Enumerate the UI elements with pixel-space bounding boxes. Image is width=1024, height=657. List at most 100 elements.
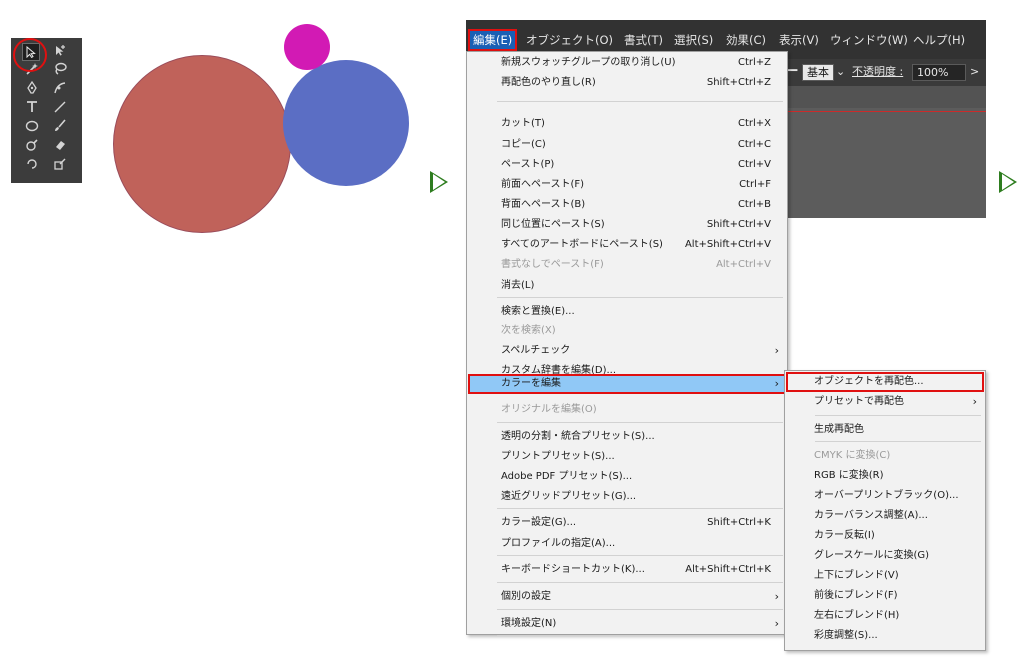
submenu-arrow-icon: › (774, 617, 779, 630)
opacity-more-button[interactable]: > (970, 64, 979, 80)
submenu-item[interactable]: カラーバランス調整(A)... (787, 507, 983, 525)
menu-item-label: 生成再配色 (814, 424, 864, 435)
menu-item-shortcut: Ctrl+C (737, 139, 771, 150)
menu-item-shortcut: Ctrl+F (739, 179, 771, 190)
edit-menu-item[interactable]: 消去(L) (469, 277, 785, 295)
edit-menu-item[interactable]: 前面へペースト(F) Ctrl+F (469, 176, 785, 194)
menu-item-shortcut: Ctrl+V (737, 159, 771, 170)
submenu-item[interactable]: オーバープリントブラック(O)... (787, 487, 983, 505)
edit-menu-item[interactable]: コピー(C) Ctrl+C (469, 136, 785, 154)
menu-edit[interactable]: 編集(E) (467, 29, 518, 51)
submenu-item[interactable]: プリセットで再配色 › (787, 393, 983, 411)
menu-item-shortcut: Ctrl+Z (737, 57, 771, 68)
edit-menu-item[interactable]: 遠近グリッドプリセット(G)... (469, 488, 785, 506)
submenu-item[interactable]: 上下にブレンド(V) (787, 567, 983, 585)
opacity-input[interactable]: 100% (912, 64, 966, 81)
eraser-tool-icon[interactable] (52, 137, 68, 153)
menu-item-label: コピー(C) (501, 139, 546, 150)
edit-menu-item[interactable]: 透明の分割・統合プリセット(S)... (469, 428, 785, 446)
edit-menu-item[interactable]: すべてのアートボードにペースト(S) Alt+Shift+Ctrl+V (469, 236, 785, 254)
line-segment-tool-icon[interactable] (52, 99, 68, 115)
menu-item-color-edit[interactable]: カラーを編集 › (468, 374, 786, 394)
stroke-style-select[interactable]: 基本 (802, 64, 834, 81)
menu-item-shortcut: Shift+Ctrl+K (707, 517, 771, 528)
edit-menu-item: オリジナルを編集(O) (469, 401, 785, 419)
edit-menu-item: 書式なしでペースト(F) Alt+Ctrl+V (469, 256, 785, 274)
menu-item-label: ペースト(P) (501, 159, 555, 170)
curvature-tool-icon[interactable] (52, 80, 68, 96)
menu-item-shortcut: Alt+Ctrl+V (716, 259, 771, 270)
lasso-tool-icon[interactable] (52, 61, 68, 77)
type-tool-icon[interactable] (24, 99, 40, 115)
submenu-item[interactable]: 前後にブレンド(F) (787, 587, 983, 605)
menu-item-shortcut: Ctrl+X (737, 118, 771, 129)
edit-menu-item[interactable]: 再配色のやり直し(R) Shift+Ctrl+Z (469, 74, 785, 92)
edit-menu-item[interactable]: 同じ位置にペースト(S) Shift+Ctrl+V (469, 216, 785, 234)
submenu-item[interactable]: RGB に変換(R) (787, 467, 983, 485)
direct-selection-tool-icon[interactable] (52, 43, 68, 59)
edit-menu-item[interactable]: 検索と置換(E)... (469, 303, 785, 321)
selection-tool-annotation (13, 38, 47, 72)
menu-item-label: 消去(L) (501, 280, 535, 291)
menu-item-label: 透明の分割・統合プリセット(S)... (501, 431, 655, 442)
menu-window[interactable]: ウィンドウ(W) (830, 31, 908, 49)
submenu-item[interactable]: カラー反転(I) (787, 527, 983, 545)
menu-object[interactable]: オブジェクト(O) (526, 31, 613, 49)
stroke-dropdown-icon[interactable]: ⌄ (836, 64, 845, 80)
magenta-circle[interactable] (284, 24, 330, 70)
menu-item-label: 個別の設定 (501, 591, 551, 602)
menu-item-label: オリジナルを編集(O) (501, 404, 597, 415)
submenu-item[interactable]: 彩度調整(S)... (787, 627, 983, 645)
menu-item-label: 前面へペースト(F) (501, 179, 585, 190)
menu-select[interactable]: 選択(S) (674, 31, 713, 49)
menu-item-label: キーボードショートカット(K)... (501, 564, 645, 575)
edit-menu-item[interactable]: プリントプリセット(S)... (469, 448, 785, 466)
red-circle[interactable] (113, 55, 291, 233)
menu-item-label: 書式なしでペースト(F) (501, 259, 604, 270)
menu-item-label: 新規スウォッチグループの取り消し(U) (501, 57, 676, 68)
menu-item-label: RGB に変換(R) (814, 470, 884, 481)
submenu-item[interactable]: 左右にブレンド(H) (787, 607, 983, 625)
menu-type[interactable]: 書式(T) (624, 31, 663, 49)
edit-menu-item[interactable]: Adobe PDF プリセット(S)... (469, 468, 785, 486)
submenu-item[interactable]: 生成再配色 (787, 421, 983, 439)
edit-menu-item[interactable]: 環境設定(N) › (469, 615, 785, 633)
edit-menu-item[interactable]: プロファイルの指定(A)... (469, 535, 785, 553)
paintbrush-tool-icon[interactable] (52, 118, 68, 134)
step-arrow-icon (430, 171, 448, 193)
menu-item-recolor-artwork[interactable]: オブジェクトを再配色... (786, 372, 984, 392)
menu-item-shortcut: Ctrl+B (737, 199, 771, 210)
pen-tool-icon[interactable] (24, 80, 40, 96)
rotate-tool-icon[interactable] (24, 156, 40, 172)
scale-tool-icon[interactable] (52, 156, 68, 172)
menu-item-label: 前後にブレンド(F) (814, 590, 898, 601)
menu-item-shortcut: Alt+Shift+Ctrl+V (684, 239, 771, 250)
edit-menu-item[interactable]: スペルチェック › (469, 342, 785, 360)
edit-menu-item[interactable]: カラー設定(G)... Shift+Ctrl+K (469, 514, 785, 532)
edit-menu-item[interactable]: 背面へペースト(B) Ctrl+B (469, 196, 785, 214)
menu-view[interactable]: 表示(V) (779, 31, 819, 49)
submenu-item[interactable]: グレースケールに変換(G) (787, 547, 983, 565)
menu-item-label: CMYK に変換(C) (814, 450, 891, 461)
ellipse-tool-icon[interactable] (24, 118, 40, 134)
menu-effect[interactable]: 効果(C) (726, 31, 766, 49)
menu-item-label: 再配色のやり直し(R) (501, 77, 596, 88)
blue-circle[interactable] (283, 60, 409, 186)
shaper-tool-icon[interactable] (24, 137, 40, 153)
edit-menu-item[interactable]: カット(T) Ctrl+X (469, 115, 785, 133)
opacity-label[interactable]: 不透明度 : (852, 64, 903, 80)
menu-separator (497, 422, 783, 423)
menu-item-label: プリントプリセット(S)... (501, 451, 615, 462)
menu-item-label: 左右にブレンド(H) (814, 610, 900, 621)
menu-item-label: 同じ位置にペースト(S) (501, 219, 605, 230)
menu-item-label: 遠近グリッドプリセット(G)... (501, 491, 637, 502)
menu-item-label: すべてのアートボードにペースト(S) (501, 239, 663, 250)
menu-item-label: 環境設定(N) (501, 618, 557, 629)
edit-menu-item[interactable]: ペースト(P) Ctrl+V (469, 156, 785, 174)
edit-menu-item[interactable]: 個別の設定 › (469, 588, 785, 606)
edit-menu-item[interactable]: 新規スウォッチグループの取り消し(U) Ctrl+Z (469, 54, 785, 72)
menu-item-shortcut: Alt+Shift+Ctrl+K (685, 564, 771, 575)
submenu-arrow-icon: › (774, 377, 779, 390)
edit-menu-item[interactable]: キーボードショートカット(K)... Alt+Shift+Ctrl+K (469, 561, 785, 579)
menu-help[interactable]: ヘルプ(H) (913, 31, 965, 49)
